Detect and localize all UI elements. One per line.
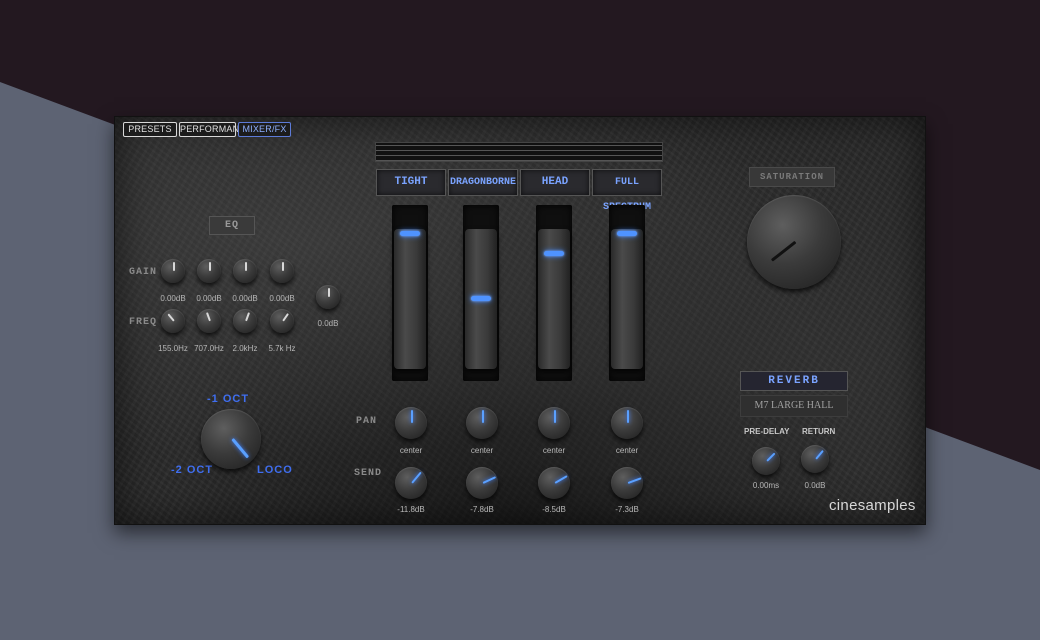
octave-minus2-label: -2 OCT: [171, 464, 214, 476]
fader-cap-tight[interactable]: [394, 229, 426, 369]
eq-freq-knob-2[interactable]: [197, 309, 221, 333]
predelay-label: PRE-DELAY: [744, 427, 790, 436]
octave-minus1-label: -1 OCT: [207, 393, 250, 405]
eq-gain-knob-4[interactable]: [270, 259, 294, 283]
pan-knob-head[interactable]: [538, 407, 570, 439]
predelay-knob[interactable]: [752, 447, 780, 475]
fader-indicator: [617, 231, 637, 236]
pan-value-tight: center: [399, 446, 423, 455]
pan-value-head: center: [542, 446, 566, 455]
octave-loco-label: LOCO: [257, 464, 293, 476]
send-value-tight: -11.8dB: [397, 505, 425, 514]
octave-knob[interactable]: [201, 409, 261, 469]
return-knob[interactable]: [801, 445, 829, 473]
fader-indicator: [544, 251, 564, 256]
saturation-label: SATURATION: [749, 167, 835, 187]
fader-indicator: [471, 296, 491, 301]
fader-cap-dragonborne[interactable]: [465, 229, 497, 369]
mic-label-head[interactable]: HEAD: [520, 169, 590, 196]
fader-cap-head[interactable]: [538, 229, 570, 369]
send-value-head: -8.5dB: [542, 505, 566, 514]
pan-knob-dragonborne[interactable]: [466, 407, 498, 439]
fader-track-head[interactable]: [536, 205, 572, 381]
send-knob-dragonborne[interactable]: [466, 467, 498, 499]
eq-gain-knob-1[interactable]: [161, 259, 185, 283]
fader-track-dragonborne[interactable]: [463, 205, 499, 381]
gain-label: GAIN: [129, 267, 158, 278]
return-label: RETURN: [802, 427, 836, 436]
pan-value-dragonborne: center: [470, 446, 494, 455]
eq-button[interactable]: EQ: [209, 216, 255, 235]
fader-indicator: [400, 231, 420, 236]
tab-mixer-fx[interactable]: MIXER/FX: [238, 122, 291, 137]
send-knob-head[interactable]: [538, 467, 570, 499]
predelay-value: 0.00ms: [752, 481, 780, 490]
mic-label-dragonborne[interactable]: DRAGONBORNE: [448, 169, 518, 196]
fader-track-full-spectrum[interactable]: [609, 205, 645, 381]
freq-label: FREQ: [129, 317, 158, 328]
pan-knob-full-spectrum[interactable]: [611, 407, 643, 439]
send-knob-full-spectrum[interactable]: [611, 467, 643, 499]
send-value-dragonborne: -7.8dB: [470, 505, 494, 514]
mic-label-tight[interactable]: TIGHT: [376, 169, 446, 196]
eq-freq-knob-1[interactable]: [161, 309, 185, 333]
pan-knob-tight[interactable]: [395, 407, 427, 439]
eq-gain-value-4: 0.00dB: [269, 294, 295, 303]
reverb-title[interactable]: REVERB: [740, 371, 848, 391]
eq-gain-knob-3[interactable]: [233, 259, 257, 283]
plugin-window: PRESETS PERFORMANCE MIXER/FX EQ GAIN FRE…: [114, 116, 926, 525]
send-value-full-spectrum: -7.3dB: [615, 505, 639, 514]
tab-performance[interactable]: PERFORMANCE: [179, 122, 252, 137]
eq-freq-value-4: 5.7k Hz: [268, 344, 296, 353]
return-value: 0.0dB: [804, 481, 826, 490]
pan-value-full-spectrum: center: [615, 446, 639, 455]
eq-output-knob[interactable]: [316, 285, 340, 309]
eq-freq-knob-3[interactable]: [233, 309, 257, 333]
vent-grille: [375, 142, 663, 162]
reverb-preset-selector[interactable]: M7 LARGE HALL: [740, 395, 848, 417]
saturation-knob[interactable]: [747, 195, 841, 289]
eq-output-value: 0.0dB: [317, 319, 339, 328]
eq-freq-knob-4[interactable]: [270, 309, 294, 333]
mic-label-full-spectrum[interactable]: FULL SPECTRUM: [592, 169, 662, 213]
fader-cap-full-spectrum[interactable]: [611, 229, 643, 369]
eq-gain-knob-2[interactable]: [197, 259, 221, 283]
send-knob-tight[interactable]: [395, 467, 427, 499]
brand-logo: cinesamples: [829, 497, 916, 514]
send-label: SEND: [354, 468, 383, 479]
tab-presets[interactable]: PRESETS: [123, 122, 177, 137]
fader-track-tight[interactable]: [392, 205, 428, 381]
pan-label: PAN: [356, 416, 378, 427]
